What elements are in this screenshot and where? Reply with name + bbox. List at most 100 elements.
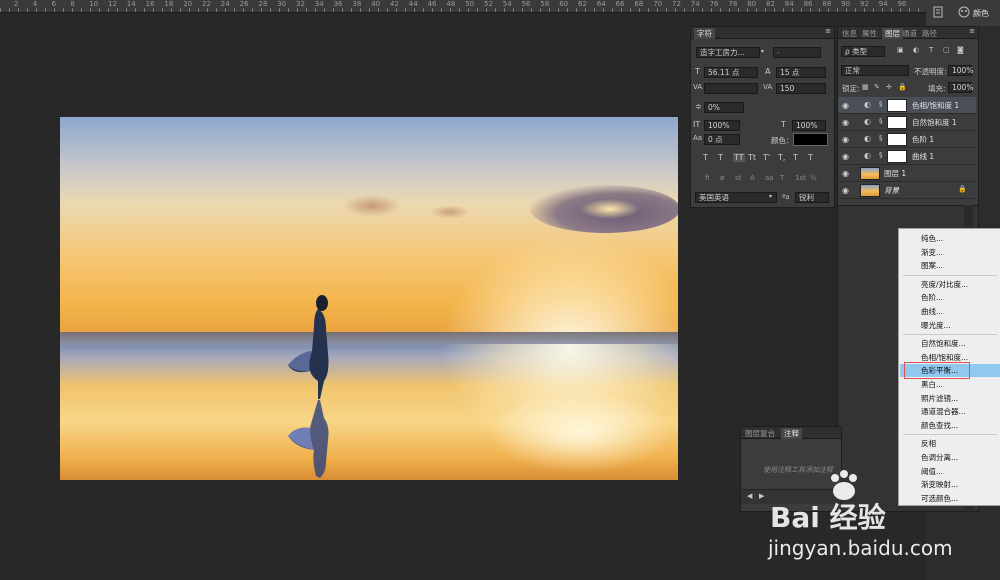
prev-note-icon[interactable]: ◀ bbox=[747, 492, 752, 500]
blend-mode-select[interactable]: 正常 bbox=[841, 65, 909, 76]
font-style-select[interactable]: - bbox=[773, 47, 821, 58]
menu-item[interactable]: 纯色... bbox=[921, 233, 943, 244]
fill-field[interactable]: 100% bbox=[948, 82, 973, 93]
ruler-number: 34 bbox=[314, 0, 324, 8]
tab-2[interactable]: 图层 bbox=[882, 28, 903, 39]
eye-icon[interactable]: ◉ bbox=[842, 135, 849, 144]
color-tab-label[interactable]: 颜色 bbox=[973, 8, 989, 19]
menu-item[interactable]: 自然饱和度... bbox=[921, 338, 966, 349]
menu-item[interactable]: 通道混合器... bbox=[921, 406, 966, 417]
eye-icon[interactable]: ◉ bbox=[842, 101, 849, 110]
menu-item[interactable]: 渐变... bbox=[921, 247, 943, 258]
menu-item[interactable]: 颜色查找... bbox=[921, 420, 958, 431]
antialias-label: ªa bbox=[782, 193, 790, 201]
tab-4[interactable]: 路径 bbox=[922, 28, 937, 39]
menu-item[interactable]: 色阶... bbox=[921, 292, 943, 303]
next-note-icon[interactable]: ▶ bbox=[759, 492, 764, 500]
panel-menu-icon[interactable]: ≡ bbox=[969, 27, 975, 35]
tab-0[interactable]: 图层复合 bbox=[745, 428, 775, 439]
text-style-button[interactable]: T, bbox=[778, 153, 785, 162]
scale-field[interactable]: 0% bbox=[704, 102, 744, 113]
layer-filter-value: ρ 类型 bbox=[845, 47, 868, 56]
vertical-scale-field[interactable]: 100% bbox=[704, 120, 740, 131]
canvas-photo[interactable] bbox=[60, 117, 678, 480]
text-color-swatch[interactable] bbox=[793, 133, 828, 146]
text-style-button[interactable]: T' bbox=[763, 153, 770, 162]
lock-all-icon[interactable]: 🔒 bbox=[898, 83, 907, 91]
menu-item[interactable]: 亮度/对比度... bbox=[921, 279, 968, 290]
opentype-button[interactable]: st bbox=[735, 174, 741, 182]
opentype-button[interactable]: 1st bbox=[795, 174, 806, 182]
chevron-down-icon[interactable]: ▾ bbox=[769, 193, 772, 200]
ruler-number: 74 bbox=[690, 0, 700, 8]
text-style-button[interactable]: T bbox=[808, 153, 813, 162]
layer-row[interactable]: ◉ 图层 1 bbox=[838, 165, 976, 182]
menu-item[interactable]: 照片滤镜... bbox=[921, 393, 958, 404]
menu-item[interactable]: 图案... bbox=[921, 260, 943, 271]
menu-item[interactable]: 黑白... bbox=[921, 379, 943, 390]
text-style-button[interactable]: T bbox=[793, 153, 798, 162]
tracking-field[interactable]: 150 bbox=[776, 83, 826, 94]
eye-icon[interactable]: ◉ bbox=[842, 169, 849, 178]
language-select[interactable]: 美国英语 bbox=[695, 192, 777, 203]
leading-field[interactable]: 15 点 bbox=[776, 67, 826, 78]
opentype-button[interactable]: ø bbox=[720, 174, 724, 182]
layer-name: 色阶 1 bbox=[912, 135, 935, 144]
type-filter-icon[interactable]: T bbox=[929, 46, 933, 54]
baseline-shift-field[interactable]: 0 点 bbox=[704, 134, 740, 145]
opentype-button[interactable]: T bbox=[780, 174, 784, 182]
eye-icon[interactable]: ◉ bbox=[842, 186, 849, 195]
panel-menu-icon[interactable]: ≡ bbox=[825, 27, 831, 35]
history-icon[interactable] bbox=[932, 6, 944, 18]
menu-item[interactable]: 曝光度... bbox=[921, 320, 951, 331]
menu-item[interactable]: 曲线... bbox=[921, 306, 943, 317]
cloud-lit-edge bbox=[580, 199, 640, 219]
font-size-field[interactable]: 56.11 点 bbox=[704, 67, 758, 78]
color-palette-icon[interactable] bbox=[958, 6, 970, 18]
horizontal-scale-field[interactable]: 100% bbox=[792, 120, 826, 131]
antialias-select[interactable]: 锐利 bbox=[795, 192, 829, 203]
ruler-number: 56 bbox=[521, 0, 531, 8]
lock-position-icon[interactable]: ✛ bbox=[886, 83, 892, 91]
text-style-button[interactable]: TT bbox=[733, 153, 745, 162]
tab-1[interactable]: 注释 bbox=[781, 428, 802, 439]
ruler-number: 14 bbox=[126, 0, 136, 8]
menu-item[interactable]: 色相/饱和度... bbox=[921, 352, 968, 363]
layer-row[interactable]: ◉ ◐ § 色阶 1 bbox=[838, 131, 976, 148]
opentype-button[interactable]: ½ bbox=[810, 174, 817, 182]
opentype-button[interactable]: A bbox=[750, 174, 755, 182]
lock-pixels-icon[interactable]: ✎ bbox=[874, 83, 880, 91]
layer-row[interactable]: ◉ ◐ § 曲线 1 bbox=[838, 148, 976, 165]
text-style-button[interactable]: Tt bbox=[748, 153, 756, 162]
menu-item[interactable]: 反相 bbox=[921, 438, 936, 449]
ruler-number: 82 bbox=[766, 0, 775, 8]
font-family-select[interactable]: 造字工房力... bbox=[696, 47, 760, 58]
chevron-down-icon[interactable]: ▾ bbox=[761, 48, 764, 55]
eye-icon[interactable]: ◉ bbox=[842, 118, 849, 127]
tab-character[interactable]: 字符 bbox=[694, 28, 715, 39]
adjustment-filter-icon[interactable]: ◐ bbox=[913, 46, 919, 54]
text-style-button[interactable]: T bbox=[703, 153, 708, 162]
kerning-field[interactable] bbox=[704, 83, 758, 94]
text-style-button[interactable]: T bbox=[718, 153, 723, 162]
tab-0[interactable]: 信息 bbox=[842, 28, 857, 39]
opentype-button[interactable]: fi bbox=[705, 174, 709, 182]
pixel-filter-icon[interactable]: ▣ bbox=[897, 46, 904, 54]
lock-transparent-icon[interactable]: ▦ bbox=[862, 83, 869, 91]
tab-1[interactable]: 属性 bbox=[862, 28, 877, 39]
opacity-field[interactable]: 100% bbox=[948, 65, 973, 76]
eye-icon[interactable]: ◉ bbox=[842, 152, 849, 161]
layer-row[interactable]: ◉ ◐ § 自然饱和度 1 bbox=[838, 114, 976, 131]
layer-row[interactable]: ◉ ◐ § 色相/饱和度 1 bbox=[838, 97, 976, 114]
smart-filter-icon[interactable]: ◙ bbox=[957, 46, 964, 54]
notes-panel-tabs: 图层复合 注释 bbox=[741, 427, 841, 439]
menu-item[interactable]: 色调分离... bbox=[921, 452, 958, 463]
menu-item[interactable]: 色彩平衡... bbox=[921, 365, 958, 376]
layer-filter-select[interactable]: ρ 类型 bbox=[841, 46, 885, 57]
layer-row[interactable]: ◉ 背景 🔒 bbox=[838, 182, 976, 199]
shape-filter-icon[interactable]: ▢ bbox=[943, 46, 950, 54]
opentype-button[interactable]: aa bbox=[765, 174, 774, 182]
ruler-number: 50 bbox=[465, 0, 475, 8]
tab-3[interactable]: 通道 bbox=[902, 28, 917, 39]
character-panel-tabs: 字符 ≡ bbox=[691, 27, 834, 39]
